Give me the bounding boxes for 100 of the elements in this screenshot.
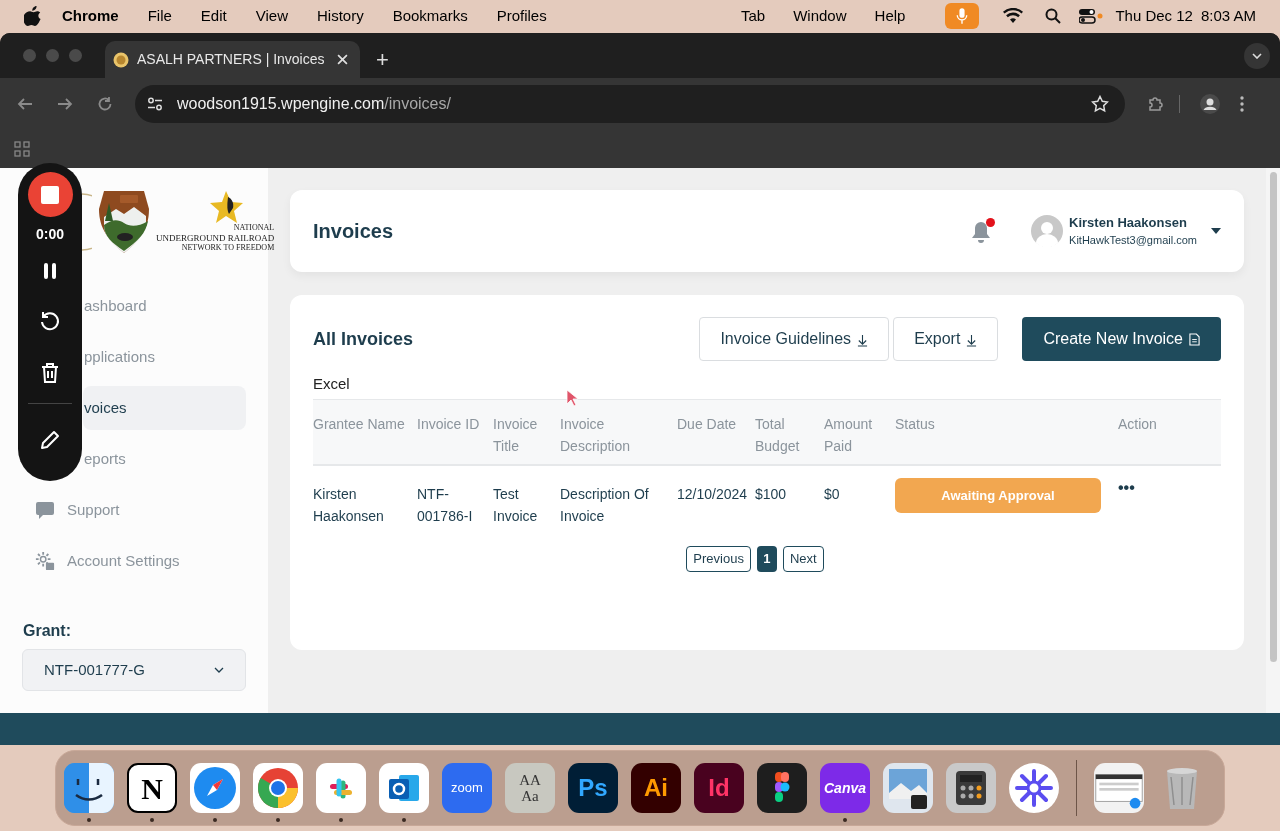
download-button[interactable]: Invoice Guidelines <box>699 317 890 361</box>
apps-icon[interactable] <box>14 141 30 157</box>
download-icon <box>966 333 978 347</box>
seal-logo <box>82 192 92 252</box>
column-header: Invoice ID <box>417 415 481 434</box>
create-button[interactable]: Create New Invoice <box>1022 317 1221 361</box>
chevron-down-icon <box>214 667 224 673</box>
column-header: Amount Paid <box>824 415 874 456</box>
menu-item[interactable]: Profiles <box>496 4 547 28</box>
column-header: Grantee Name <box>313 415 406 434</box>
sidebar-nav-item[interactable]: voices <box>83 386 246 430</box>
notification-bell-icon[interactable] <box>971 218 996 244</box>
column-header: Due Date <box>677 415 738 434</box>
forward-icon[interactable] <box>57 96 73 112</box>
page-title: Invoices <box>313 219 394 244</box>
download-icon <box>857 333 869 347</box>
park-service-logo <box>98 189 150 255</box>
grant-select[interactable]: NTF-001777-G <box>22 649 246 691</box>
column-header: Status <box>895 415 936 434</box>
menu-item[interactable]: File <box>147 4 172 28</box>
extensions-icon[interactable] <box>1147 95 1165 113</box>
favicon-icon <box>113 51 129 68</box>
site-settings-icon[interactable] <box>147 96 163 112</box>
stop-recording-button[interactable] <box>27 172 73 217</box>
back-icon[interactable] <box>17 96 33 112</box>
menu-bar-clock[interactable]: 8:03 AM <box>1200 4 1256 28</box>
app-icon-text: AA Aa <box>518 772 542 804</box>
apple-icon[interactable] <box>24 6 42 26</box>
window-thumbnail-icon[interactable] <box>1094 763 1144 813</box>
control-center-icon[interactable] <box>1079 8 1104 24</box>
app-icon-text: Canva <box>824 778 866 798</box>
notion-icon[interactable]: N <box>127 763 177 813</box>
app-icon-text: zoom <box>451 779 483 798</box>
row-actions-button[interactable]: ••• <box>1118 480 1221 496</box>
mail-icon[interactable] <box>379 763 429 813</box>
menu-item[interactable]: Help <box>874 4 906 28</box>
tab-title[interactable]: ASALH PARTNERS | Invoices <box>137 49 329 70</box>
scrollbar-thumb[interactable] <box>1269 172 1277 662</box>
download-button[interactable]: Export <box>893 317 999 361</box>
indesign-icon[interactable]: Id <box>694 763 744 813</box>
table-cell-text: NTF-001786-I <box>417 485 474 526</box>
canva-icon[interactable]: Canva <box>820 763 870 813</box>
tab-search-button[interactable] <box>1244 43 1270 69</box>
figma-icon[interactable] <box>757 763 807 813</box>
url-text: woodson1915.wpengine.com/invoices/ <box>177 94 451 114</box>
browser-tab[interactable]: ASALH PARTNERS | Invoices <box>105 41 360 78</box>
wifi-icon[interactable] <box>1003 8 1024 24</box>
caret-icon[interactable] <box>1211 228 1221 234</box>
table-cell-text: 12/10/2024 <box>677 485 749 504</box>
more-icon[interactable] <box>1240 96 1244 112</box>
address-bar[interactable]: woodson1915.wpengine.com/invoices/ <box>135 85 1125 123</box>
app-icon-text: N <box>141 770 163 807</box>
menu-item[interactable]: Edit <box>200 4 227 28</box>
pencil-icon[interactable] <box>39 429 61 451</box>
reload-icon[interactable] <box>97 96 113 112</box>
app-icon-text: Ai <box>644 773 668 803</box>
table-cell-text: $0 <box>824 485 841 504</box>
menu-bar-date[interactable]: Thu Dec 12 <box>1115 4 1193 28</box>
preview-icon[interactable] <box>883 763 933 813</box>
section-title: All Invoices <box>313 327 414 351</box>
zoom-icon[interactable]: zoom <box>442 763 492 813</box>
grant-label: Grant: <box>22 621 72 641</box>
calculator-icon[interactable] <box>946 763 996 813</box>
table-cell-text: $100 <box>755 485 788 504</box>
menu-item[interactable]: View <box>255 4 288 28</box>
table-cell-text: Test Invoice <box>493 485 539 526</box>
table-cell-text: Description Of Invoice <box>560 485 650 526</box>
menu-item[interactable]: Tab <box>741 4 766 28</box>
export-format-label: Excel <box>313 374 350 394</box>
page-button[interactable]: 1 <box>756 546 777 572</box>
finder-icon[interactable] <box>64 763 114 813</box>
column-header: Invoice Title <box>493 415 539 456</box>
chevron-down-icon <box>1252 53 1262 59</box>
trash-icon[interactable] <box>41 362 59 384</box>
column-header: Invoice Description <box>560 415 632 456</box>
star-icon[interactable] <box>1091 95 1109 113</box>
previous-button[interactable]: Previous <box>686 546 751 572</box>
asterisk-icon[interactable] <box>1009 763 1059 813</box>
compass-icon[interactable] <box>190 763 240 813</box>
menu-item[interactable]: Bookmarks <box>392 4 468 28</box>
help-icon <box>35 500 55 520</box>
restart-icon[interactable] <box>39 310 61 332</box>
app-icon-text: Ps <box>578 773 608 803</box>
profile-icon[interactable] <box>1200 94 1220 114</box>
app-menu[interactable]: Chrome <box>62 4 119 28</box>
font-book-icon[interactable]: AA Aa <box>505 763 555 813</box>
user-name: Kirsten Haakonsen <box>1069 214 1188 232</box>
illustrator-icon[interactable]: Ai <box>631 763 681 813</box>
pause-icon[interactable] <box>43 263 57 279</box>
menu-item[interactable]: History <box>316 4 364 28</box>
new-tab-button[interactable]: + <box>376 49 389 71</box>
column-header: Action <box>1118 415 1158 434</box>
slack-icon[interactable] <box>316 763 366 813</box>
next-button[interactable]: Next <box>782 546 824 572</box>
chrome-icon[interactable] <box>253 763 303 813</box>
close-icon[interactable] <box>337 54 348 65</box>
railroad-logo: NATIONAL UNDERGROUND RAILROAD NETWORK TO FREEDOM <box>156 191 275 253</box>
search-icon[interactable] <box>1045 8 1062 24</box>
photoshop-icon[interactable]: Ps <box>568 763 618 813</box>
menu-item[interactable]: Window <box>793 4 847 28</box>
